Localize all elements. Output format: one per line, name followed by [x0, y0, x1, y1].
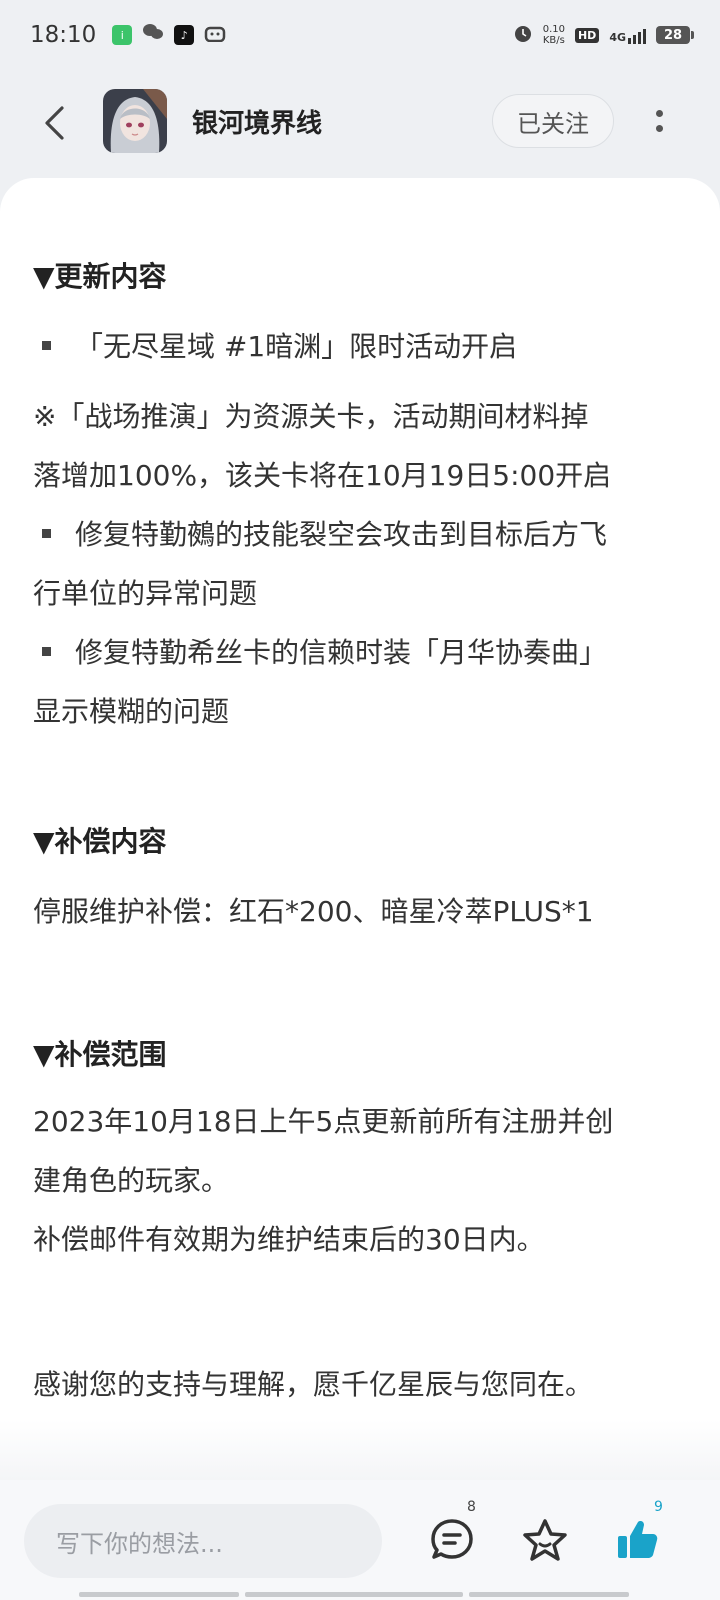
- like-count: 9: [654, 1499, 663, 1515]
- star-icon: [523, 1519, 567, 1561]
- like-button[interactable]: [607, 1510, 667, 1570]
- compensation-text: 停服维护补偿：红石*200、暗星冷萃PLUS*1: [33, 895, 594, 928]
- cellular-signal: 4G: [609, 26, 646, 44]
- fix-item: 修复特勤鵺的技能裂空会攻击到目标后方飞 行单位的异常问题: [33, 505, 688, 623]
- battery-indicator: 28: [656, 26, 694, 44]
- fix-item-text: 显示模糊的问题: [33, 695, 230, 728]
- comment-input[interactable]: 写下你的想法...: [24, 1504, 382, 1578]
- content-fade: [0, 1420, 720, 1480]
- signal-bars-icon: [628, 26, 646, 44]
- thanks-text: 感谢您的支持与理解，愿千亿星辰与您同在。: [33, 1368, 594, 1401]
- comment-button[interactable]: [422, 1510, 482, 1570]
- fix-item-text: 行单位的异常问题: [33, 577, 258, 610]
- channel-avatar[interactable]: [103, 89, 167, 153]
- scope-line: 建角色的玩家。: [33, 1164, 230, 1197]
- update-section-heading: ▼更新内容: [33, 260, 167, 293]
- bottom-action-bar: 写下你的想法... 8 9: [0, 1480, 720, 1600]
- comment-icon: [431, 1519, 473, 1559]
- network-speed-unit: KB/s: [542, 35, 565, 46]
- update-note-line: ※「战场推演」为资源关卡，活动期间材料掉: [33, 400, 589, 433]
- network-type: 4G: [609, 31, 626, 44]
- back-button[interactable]: [36, 103, 72, 143]
- thumbs-up-icon: [618, 1521, 658, 1558]
- update-item: 「无尽星域 #1暗渊」限时活动开启: [33, 317, 688, 376]
- wechat-app-icon: [142, 22, 164, 48]
- fix-item-text: 修复特勤鵺的技能裂空会攻击到目标后方飞: [75, 518, 608, 551]
- scope-line: 补偿邮件有效期为维护结束后的30日内。: [33, 1223, 545, 1256]
- home-indicator: [79, 1592, 239, 1597]
- update-item-text: 「无尽星域 #1暗渊」限时活动开启: [75, 330, 518, 363]
- update-note: ※「战场推演」为资源关卡，活动期间材料掉 落增加100%，该关卡将在10月19日…: [33, 387, 688, 505]
- status-left: 18:10 i ♪: [30, 22, 226, 48]
- bullet-icon: [42, 340, 51, 350]
- fix-item-text: 修复特勤希丝卡的信赖时装「月华协奏曲」: [75, 636, 608, 669]
- scope-text: 2023年10月18日上午5点更新前所有注册并创 建角色的玩家。 补偿邮件有效期…: [33, 1092, 688, 1269]
- bullet-icon: [42, 646, 51, 656]
- more-vertical-icon-dot: [655, 125, 663, 132]
- favorite-button[interactable]: [515, 1510, 575, 1570]
- home-indicator: [245, 1592, 463, 1597]
- comment-count: 8: [467, 1499, 476, 1515]
- alarm-icon: [513, 23, 533, 47]
- home-indicator: [469, 1592, 629, 1597]
- more-vertical-icon-dot: [655, 110, 663, 117]
- iqiyi-app-icon: i: [112, 25, 133, 45]
- more-options-button[interactable]: [644, 99, 674, 143]
- hd-badge: HD: [574, 27, 600, 43]
- channel-title[interactable]: 银河境界线: [192, 103, 322, 140]
- network-speed: 0.10 KB/s: [543, 24, 565, 46]
- follow-button[interactable]: 已关注: [492, 94, 614, 148]
- compensation-section-heading: ▼补偿内容: [33, 825, 167, 858]
- fix-item: 修复特勤希丝卡的信赖时装「月华协奏曲」 显示模糊的问题: [33, 623, 688, 741]
- bilibili-app-icon: [204, 23, 226, 48]
- status-time: 18:10: [30, 22, 97, 48]
- status-right: 0.10 KB/s HD 4G 28: [513, 23, 694, 47]
- chevron-left-icon: [45, 106, 64, 140]
- scope-line: 2023年10月18日上午5点更新前所有注册并创: [33, 1105, 614, 1138]
- tiktok-app-icon: ♪: [174, 25, 195, 45]
- channel-header: 银河境界线 已关注: [0, 85, 720, 160]
- bullet-icon: [42, 528, 51, 538]
- scope-section-heading: ▼补偿范围: [33, 1038, 167, 1071]
- network-speed-value: 0.10: [542, 24, 565, 35]
- status-bar: 18:10 i ♪ 0.10 KB/s HD 4G 28: [0, 0, 720, 70]
- update-note-line: 落增加100%，该关卡将在10月19日5:00开启: [33, 459, 612, 492]
